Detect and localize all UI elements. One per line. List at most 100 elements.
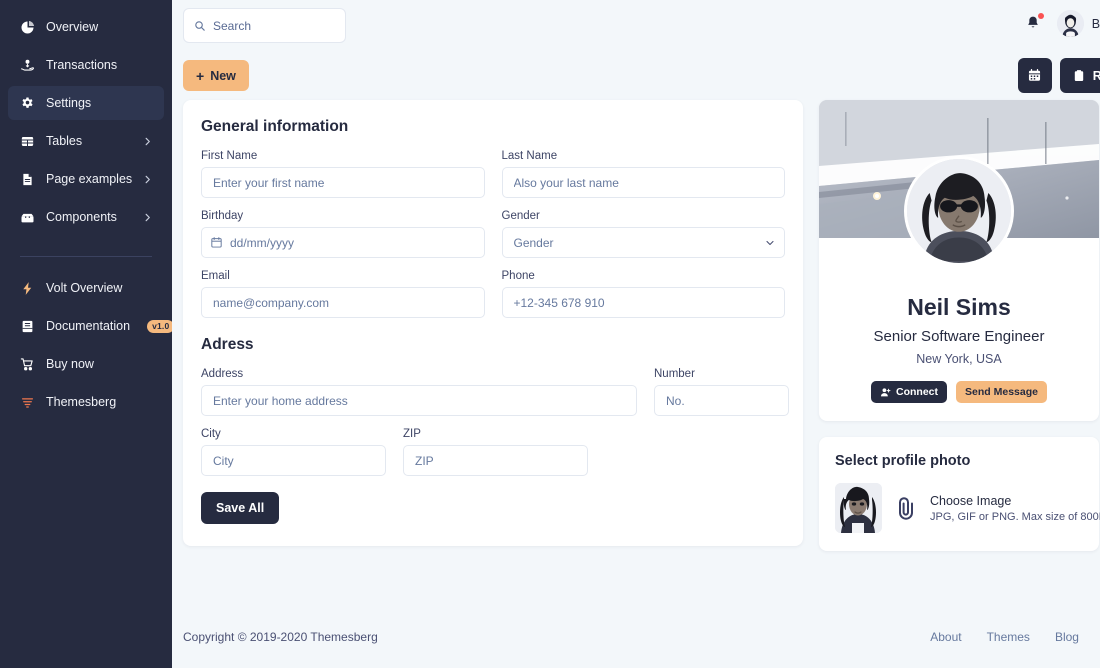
address-field: Address	[201, 368, 637, 416]
sidebar-item-components[interactable]: Components	[8, 200, 164, 234]
sidebar-item-label: Page examples	[46, 172, 132, 186]
lightning-bolt-icon	[20, 281, 35, 296]
shopping-cart-icon	[20, 357, 35, 372]
sidebar-item-page-examples[interactable]: Page examples	[8, 162, 164, 196]
content-area: General information First Name Last Name…	[172, 100, 1100, 551]
table-grid-icon	[20, 134, 35, 149]
email-field: Email	[201, 270, 485, 318]
user-menu[interactable]: Bonnie Gr	[1057, 10, 1100, 37]
number-input[interactable]	[654, 385, 789, 416]
photo-hint: JPG, GIF or PNG. Max size of 800K	[930, 511, 1100, 523]
photo-thumbnail	[835, 483, 882, 533]
page-title: General information	[201, 118, 785, 136]
birthday-gender-row: Birthday Gender Gender Female	[201, 210, 785, 258]
city-field: City	[201, 428, 386, 476]
profile-location: New York, USA	[835, 352, 1083, 366]
version-badge: v1.0	[147, 320, 174, 333]
email-phone-row: Email Phone	[201, 270, 785, 318]
address-label: Address	[201, 368, 637, 380]
email-input[interactable]	[201, 287, 485, 318]
photo-upload-row: Choose Image JPG, GIF or PNG. Max size o…	[835, 483, 1083, 533]
footer-link-themes[interactable]: Themes	[987, 630, 1030, 644]
chevron-right-icon	[143, 137, 152, 146]
hand-coins-icon	[20, 58, 35, 73]
chart-pie-icon	[20, 20, 35, 35]
photo-thumbnail-image	[835, 483, 882, 533]
profile-avatar-image	[907, 159, 1011, 263]
sidebar: Overview Transactions Settings Tables Pa…	[0, 0, 172, 668]
footer-link-about[interactable]: About	[930, 630, 961, 644]
last-name-input[interactable]	[502, 167, 786, 198]
last-name-label: Last Name	[502, 150, 786, 162]
first-name-field: First Name	[201, 150, 485, 198]
topbar: + New Bonnie Gr	[172, 0, 1100, 100]
notifications-button[interactable]	[1025, 14, 1043, 34]
notification-dot	[1038, 13, 1044, 19]
sidebar-item-settings[interactable]: Settings	[8, 86, 164, 120]
profile-card: Neil Sims Senior Software Engineer New Y…	[819, 100, 1099, 421]
search-input[interactable]	[213, 19, 333, 33]
first-name-input[interactable]	[201, 167, 485, 198]
last-name-field: Last Name	[502, 150, 786, 198]
copyright-text: Copyright © 2019-2020 Themesberg	[183, 630, 378, 644]
sidebar-item-transactions[interactable]: Transactions	[8, 48, 164, 82]
book-icon	[20, 319, 35, 334]
birthday-input[interactable]	[201, 227, 485, 258]
address-row: Address Number	[201, 368, 785, 416]
footer: Copyright © 2019-2020 Themesberg About T…	[183, 630, 1100, 644]
chevron-right-icon	[143, 175, 152, 184]
profile-role: Senior Software Engineer	[835, 328, 1083, 345]
sidebar-divider	[20, 256, 152, 257]
footer-link-blog[interactable]: Blog	[1055, 630, 1079, 644]
gender-select[interactable]: Gender Female Male	[502, 227, 786, 258]
themesberg-logo-icon	[20, 395, 35, 410]
choose-image-label[interactable]: Choose Image	[930, 494, 1100, 508]
sidebar-item-volt-overview[interactable]: Volt Overview	[8, 271, 164, 305]
search-box[interactable]	[183, 8, 346, 43]
send-message-button[interactable]: Send Message	[956, 381, 1047, 403]
phone-field: Phone	[502, 270, 786, 318]
sidebar-item-themesberg[interactable]: Themesberg	[8, 385, 164, 419]
calendar-button[interactable]	[1018, 58, 1052, 93]
select-profile-photo-card: Select profile photo	[819, 437, 1099, 551]
sidebar-item-label: Documentation	[46, 319, 130, 333]
sidebar-item-documentation[interactable]: Documentation v1.0	[8, 309, 164, 343]
user-plus-icon	[880, 387, 891, 398]
city-input[interactable]	[201, 445, 386, 476]
reports-button-label: Reports	[1093, 69, 1100, 83]
sidebar-item-label: Tables	[46, 134, 132, 148]
number-field: Number	[654, 368, 789, 416]
gender-field: Gender Gender Female Male	[502, 210, 786, 258]
right-column: Neil Sims Senior Software Engineer New Y…	[819, 100, 1099, 551]
sidebar-item-label: Settings	[46, 96, 152, 110]
sidebar-item-label: Themesberg	[46, 395, 152, 409]
sidebar-item-label: Overview	[46, 20, 152, 34]
choose-image-text: Choose Image JPG, GIF or PNG. Max size o…	[930, 494, 1100, 523]
address-input[interactable]	[201, 385, 637, 416]
email-label: Email	[201, 270, 485, 282]
zip-input[interactable]	[403, 445, 588, 476]
birthday-field: Birthday	[201, 210, 485, 258]
gender-label: Gender	[502, 210, 786, 222]
search-icon	[194, 20, 206, 32]
sidebar-item-label: Transactions	[46, 58, 152, 72]
reports-button[interactable]: Reports	[1060, 58, 1100, 93]
main-area: + New Bonnie Gr	[172, 0, 1100, 668]
general-information-card: General information First Name Last Name…	[183, 100, 803, 546]
profile-actions: Connect Send Message	[835, 381, 1083, 403]
sidebar-item-label: Volt Overview	[46, 281, 152, 295]
new-button[interactable]: + New	[183, 60, 249, 91]
sidebar-item-overview[interactable]: Overview	[8, 10, 164, 44]
document-icon	[20, 172, 35, 187]
avatar	[1057, 10, 1084, 37]
profile-name: Neil Sims	[835, 294, 1083, 321]
paperclip-icon[interactable]	[895, 495, 917, 521]
sidebar-item-tables[interactable]: Tables	[8, 124, 164, 158]
address-section-title: Adress	[201, 336, 785, 354]
connect-button[interactable]: Connect	[871, 381, 947, 403]
phone-label: Phone	[502, 270, 786, 282]
save-all-button[interactable]: Save All	[201, 492, 279, 524]
sidebar-item-buy-now[interactable]: Buy now	[8, 347, 164, 381]
phone-input[interactable]	[502, 287, 786, 318]
chevron-right-icon	[143, 213, 152, 222]
